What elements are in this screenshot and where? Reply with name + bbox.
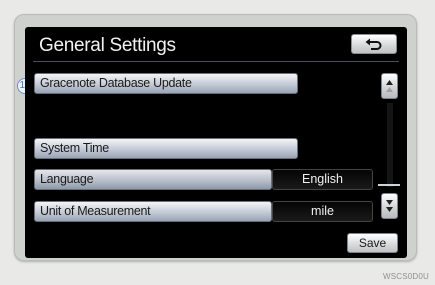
title-divider: [33, 61, 399, 62]
language-value: English: [272, 169, 373, 190]
unit-value: mile: [272, 201, 373, 222]
system-time-button[interactable]: System Time: [34, 138, 298, 159]
chevron-up-icon: [386, 80, 393, 92]
scroll-up-button[interactable]: [381, 73, 398, 99]
scroll-position-indicator: [378, 184, 400, 186]
save-button[interactable]: Save: [347, 233, 398, 253]
settings-screen: General Settings Gracenote Database Upda…: [25, 27, 407, 258]
page-title: General Settings: [39, 35, 176, 56]
scroll-track[interactable]: [387, 103, 393, 187]
figure-code: WSCS0D0U: [382, 272, 429, 281]
back-button[interactable]: [351, 34, 397, 54]
gracenote-update-button[interactable]: Gracenote Database Update: [34, 73, 298, 94]
chevron-down-icon: [386, 200, 393, 212]
language-button[interactable]: Language: [34, 169, 272, 190]
scroll-down-button[interactable]: [381, 193, 398, 219]
unit-of-measurement-button[interactable]: Unit of Measurement: [34, 201, 272, 222]
return-arrow-icon: [365, 38, 382, 50]
